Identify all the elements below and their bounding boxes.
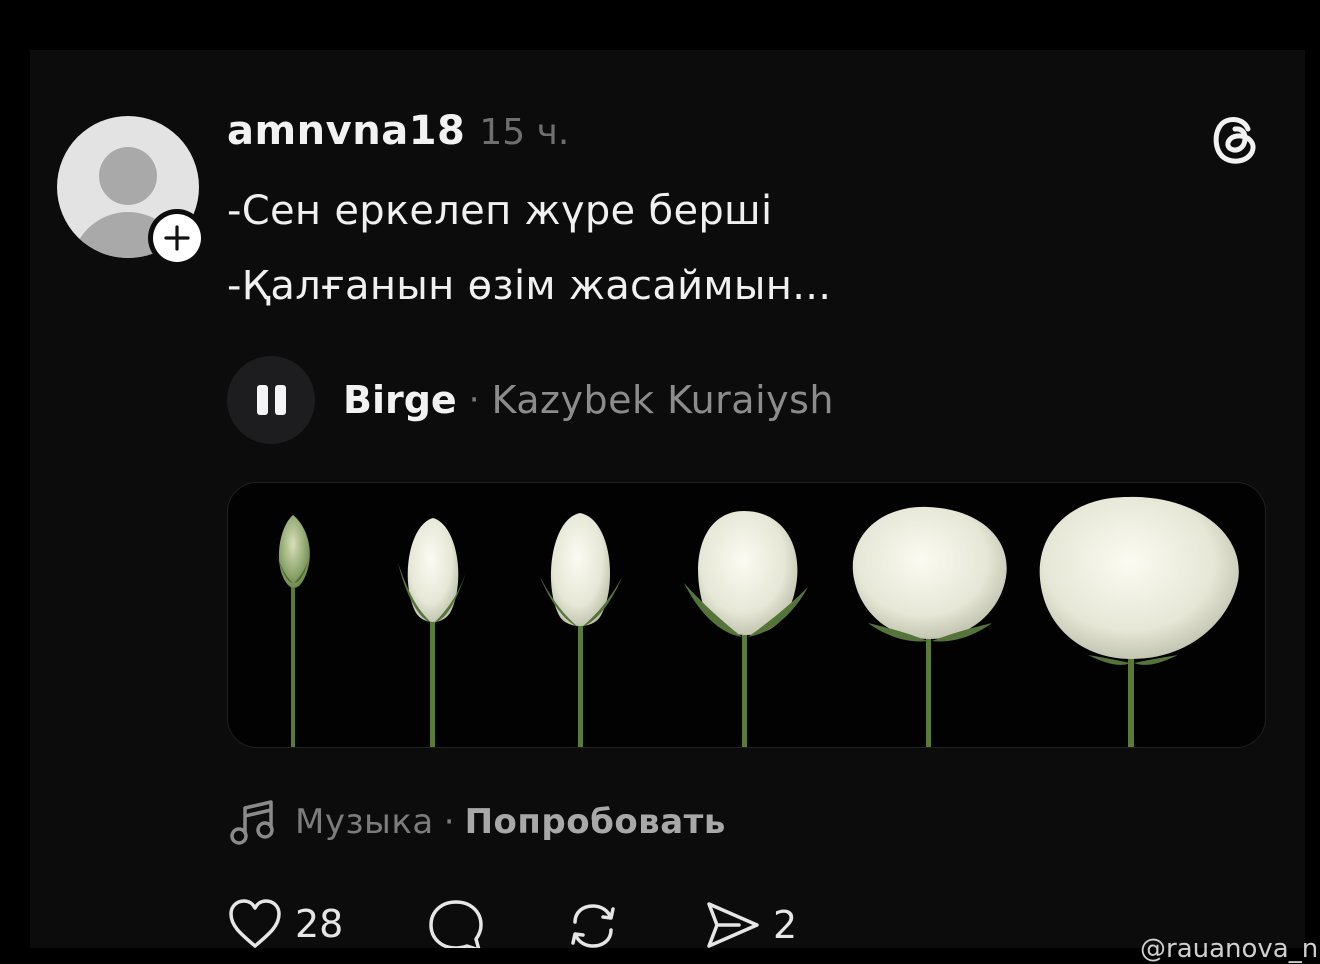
song-separator: · bbox=[468, 380, 480, 420]
post-text-line-2: -Қалғанын өзім жасаймын... bbox=[227, 263, 832, 309]
try-music-link[interactable]: Попробовать bbox=[465, 802, 726, 842]
promo-separator: · bbox=[443, 802, 455, 842]
send-icon bbox=[707, 902, 759, 948]
like-count: 28 bbox=[295, 902, 344, 946]
song-artist: Kazybek Kuraiysh bbox=[491, 378, 835, 422]
post-header: amnvna18 15 ч. bbox=[227, 108, 569, 154]
reply-button[interactable] bbox=[427, 898, 485, 948]
repost-icon bbox=[571, 904, 615, 948]
music-promo: Музыка · Попробовать bbox=[227, 796, 726, 848]
follow-button[interactable] bbox=[148, 209, 206, 267]
plus-icon bbox=[164, 225, 190, 251]
pause-button[interactable] bbox=[227, 356, 315, 444]
white-roses-image bbox=[228, 483, 1265, 747]
post-image[interactable] bbox=[227, 482, 1266, 748]
pause-icon bbox=[256, 385, 268, 415]
watermark: @rauanova_n bbox=[1140, 934, 1319, 964]
music-label: Музыка bbox=[295, 802, 434, 842]
music-attachment[interactable]: Birge · Kazybek Kuraiysh bbox=[227, 356, 834, 444]
post-text-line-1: -Сен еркелеп жүре берші bbox=[227, 188, 773, 234]
heart-icon bbox=[229, 899, 281, 948]
like-button[interactable]: 28 bbox=[227, 898, 343, 948]
share-button[interactable]: 2 bbox=[703, 898, 797, 948]
post-card: amnvna18 15 ч. -Сен еркелеп жүре берші -… bbox=[30, 50, 1305, 948]
post-actions: 28 2 bbox=[227, 898, 927, 948]
music-note-icon bbox=[230, 800, 274, 845]
song-title: Birge bbox=[343, 378, 457, 422]
comment-icon bbox=[429, 900, 483, 948]
post-time: 15 ч. bbox=[479, 112, 570, 153]
threads-logo-icon[interactable] bbox=[1205, 108, 1265, 168]
share-count: 2 bbox=[773, 903, 798, 947]
repost-button[interactable] bbox=[563, 898, 623, 948]
username[interactable]: amnvna18 bbox=[227, 108, 465, 154]
avatar-head bbox=[99, 147, 157, 205]
